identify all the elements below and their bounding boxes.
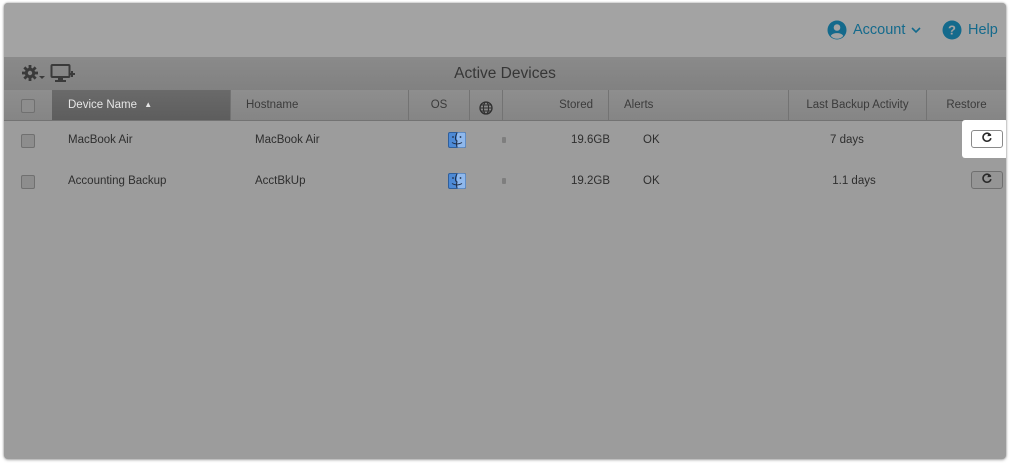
hostname-cell: MacBook Air	[255, 134, 320, 146]
user-icon	[827, 20, 847, 40]
column-network[interactable]	[469, 90, 502, 120]
mac-finder-icon	[448, 132, 466, 153]
network-status-indicator	[502, 178, 506, 184]
network-status-indicator	[502, 137, 506, 143]
column-device-name-label: Device Name	[68, 99, 138, 111]
restore-button[interactable]	[971, 130, 1003, 148]
top-bar: Account ? Help	[4, 3, 1006, 58]
column-hostname-label: Hostname	[246, 99, 299, 111]
column-last-backup-label: Last Backup Activity	[806, 99, 909, 111]
device-name-cell[interactable]: Accounting Backup	[68, 161, 166, 201]
column-os[interactable]: OS	[408, 90, 469, 120]
column-os-label: OS	[430, 99, 448, 111]
page-title: Active Devices	[454, 65, 556, 82]
chevron-down-icon	[911, 26, 921, 34]
stored-cell: 19.2GB	[571, 175, 610, 187]
restore-icon	[981, 171, 993, 189]
account-label: Account	[853, 22, 906, 38]
alerts-cell: OK	[643, 134, 660, 146]
column-hostname[interactable]: Hostname	[230, 90, 408, 120]
column-restore-label: Restore	[946, 99, 987, 111]
last-backup-cell: 1.1 days	[832, 175, 876, 187]
hostname-cell: AcctBkUp	[255, 175, 306, 187]
column-stored[interactable]: Stored	[502, 90, 608, 120]
column-alerts-label: Alerts	[624, 99, 654, 111]
help-icon: ?	[942, 20, 962, 40]
restore-button[interactable]	[971, 171, 1003, 189]
app-window: Account ? Help Active Devices Device Nam…	[4, 3, 1006, 459]
alerts-cell: OK	[643, 175, 660, 187]
sort-ascending-icon: ▲	[144, 100, 153, 109]
select-all-checkbox[interactable]	[21, 99, 35, 113]
restore-icon	[981, 130, 993, 148]
row-checkbox[interactable]	[21, 134, 35, 148]
column-restore[interactable]: Restore	[926, 90, 1006, 120]
table-row[interactable]: Accounting Backup AcctBkUp 19.2GB OK 1.1…	[4, 161, 1006, 201]
account-menu[interactable]: Account	[827, 19, 921, 41]
device-name-cell[interactable]: MacBook Air	[68, 120, 133, 160]
svg-text:?: ?	[948, 23, 956, 38]
column-alerts[interactable]: Alerts	[608, 90, 788, 120]
help-link[interactable]: ? Help	[942, 19, 998, 41]
table-row[interactable]: MacBook Air MacBook Air 19.6GB OK 7 days	[4, 120, 1006, 160]
mac-finder-icon	[448, 173, 466, 194]
column-device-name[interactable]: Device Name ▲	[52, 90, 230, 120]
stored-cell: 19.6GB	[571, 134, 610, 146]
table-header: Device Name ▲ Hostname OS Stored Alerts …	[4, 90, 1006, 121]
help-label: Help	[968, 22, 998, 38]
select-all-header	[4, 90, 52, 120]
column-stored-label: Stored	[559, 99, 593, 111]
row-checkbox[interactable]	[21, 175, 35, 189]
last-backup-cell: 7 days	[830, 134, 864, 146]
column-last-backup[interactable]: Last Backup Activity	[788, 90, 926, 120]
